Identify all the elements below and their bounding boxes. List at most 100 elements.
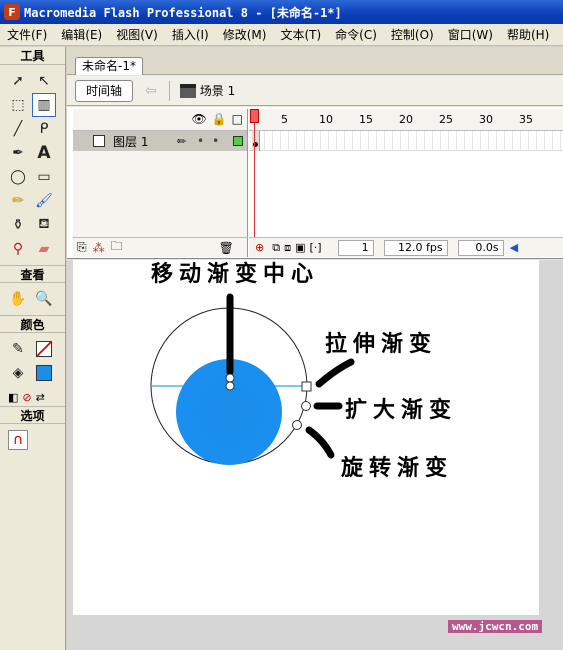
menu-view[interactable]: 视图(V) <box>109 26 165 43</box>
layer-panel: 👁 🔒 □ 图层 1 ✏ •• ⎘ ⁂ 🗀 🗑 <box>73 109 248 257</box>
pen-tool-icon[interactable]: ✒ <box>6 141 30 165</box>
layer-name[interactable]: 图层 1 <box>113 133 148 150</box>
eye-icon[interactable]: 👁 <box>191 112 206 126</box>
selection-tool-icon[interactable]: ➚ <box>6 69 30 93</box>
fill-color-icon[interactable]: ◈ <box>6 361 30 385</box>
menu-insert[interactable]: 插入(I) <box>165 26 216 43</box>
rectangle-tool-icon[interactable]: ▭ <box>32 165 56 189</box>
free-transform-tool-icon[interactable]: ⬚ <box>6 93 30 117</box>
layer-footer: ⎘ ⁂ 🗀 🗑 <box>73 237 248 257</box>
paint-bucket-tool-icon[interactable]: ⛾ <box>32 213 56 237</box>
separator <box>168 80 170 101</box>
layer-outline-color[interactable] <box>233 136 243 146</box>
gradient-transform-tool-icon[interactable]: ▥ <box>32 93 56 117</box>
menu-edit[interactable]: 编辑(E) <box>54 26 109 43</box>
colors-header: 颜色 <box>0 315 65 333</box>
title-bar: F Macromedia Flash Professional 8 - [未命名… <box>0 0 563 24</box>
frame-number: 15 <box>359 113 373 126</box>
rotate-handle[interactable] <box>292 420 302 430</box>
text-tool-icon[interactable]: A <box>32 141 56 165</box>
no-color-icon[interactable]: ⊘ <box>22 391 31 404</box>
menu-help[interactable]: 帮助(H) <box>500 26 556 43</box>
stretch-handle[interactable] <box>301 381 312 392</box>
rotate-gradient-label: 旋转渐变 <box>341 455 454 481</box>
onion-skin-icon[interactable]: ⧉ <box>272 241 280 255</box>
frame-area: 1 5 10 15 20 25 30 35 ⊕ ⧉ ⧈ ▣ [·] 1 1 <box>249 109 563 257</box>
subselection-tool-icon[interactable]: ↖ <box>32 69 56 93</box>
add-guide-layer-icon[interactable]: ⁂ <box>93 241 105 255</box>
current-frame-field: 1 <box>337 239 374 256</box>
scroll-left-icon[interactable]: ◀ <box>510 241 518 254</box>
tools-header: 工具 <box>0 47 65 65</box>
hand-tool-icon[interactable]: ✋ <box>6 287 30 311</box>
onion-markers-icon[interactable]: [·] <box>309 241 321 254</box>
document-tabs: 未命名-1* <box>67 47 563 75</box>
menu-commands[interactable]: 命令(C) <box>328 26 384 43</box>
flash-app-icon: F <box>4 4 20 20</box>
eyedropper-tool-icon[interactable]: ⚲ <box>6 237 30 261</box>
frame-number: 30 <box>479 113 493 126</box>
edit-multiple-icon[interactable]: ▣ <box>295 241 305 254</box>
frame-rate-field[interactable]: 12.0 fps <box>383 239 448 256</box>
layer-page-icon <box>93 135 105 147</box>
menu-modify[interactable]: 修改(M) <box>216 26 274 43</box>
edit-bar: 时间轴 ⇦ 场景 1 <box>67 76 563 106</box>
playhead-handle[interactable] <box>250 109 259 123</box>
frame-row[interactable] <box>249 131 563 151</box>
watermark-url: www.jcwcn.com <box>448 620 543 633</box>
layer-visibility-dots[interactable]: •• <box>197 134 227 148</box>
pencil-icon: ✏ <box>177 134 187 148</box>
stage-canvas[interactable]: 移动渐变中心 拉伸渐变 扩大渐变 旋转渐变 www.jcwcn.com <box>73 260 543 633</box>
stage-drawing <box>150 293 355 465</box>
pasteboard: 移动渐变中心 拉伸渐变 扩大渐变 旋转渐变 www.jcwcn.com <box>67 260 563 650</box>
snap-to-objects-icon[interactable]: ∩ <box>6 428 30 452</box>
frame-number: 5 <box>281 113 288 126</box>
frame-number: 25 <box>439 113 453 126</box>
insert-folder-icon[interactable]: 🗀 <box>111 237 123 258</box>
rotate-pointer <box>305 426 335 459</box>
scale-handle[interactable] <box>301 401 311 411</box>
brush-tool-icon[interactable]: 🖌 <box>32 189 56 213</box>
default-colors-icon[interactable]: ◧ <box>8 391 18 404</box>
swap-colors-icon[interactable]: ⇄ <box>36 391 45 404</box>
menu-control[interactable]: 控制(O) <box>384 26 441 43</box>
zoom-tool-icon[interactable]: 🔍 <box>32 287 56 311</box>
toolbox-panel: 工具 ➚ ↖ ⬚ ▥ ╱ ᑭ ✒ A ◯ ▭ ✏ 🖌 ⚱ ⛾ ⚲ ▰ 查看 ✋ … <box>0 47 66 650</box>
timeline-toggle-button[interactable]: 时间轴 <box>75 79 134 102</box>
center-frame-icon[interactable]: ⊕ <box>255 241 264 254</box>
layer-row[interactable]: 图层 1 ✏ •• <box>73 131 247 151</box>
ink-bottle-tool-icon[interactable]: ⚱ <box>6 213 30 237</box>
document-tab[interactable]: 未命名-1* <box>75 57 143 75</box>
menu-text[interactable]: 文本(T) <box>273 26 328 43</box>
gradient-center-handle[interactable] <box>225 373 235 383</box>
delete-layer-icon[interactable]: 🗑 <box>219 241 234 255</box>
timeline-panel: 👁 🔒 □ 图层 1 ✏ •• ⎘ ⁂ 🗀 🗑 1 <box>67 107 563 259</box>
elapsed-time-field: 0.0s <box>457 239 504 256</box>
insert-layer-icon[interactable]: ⎘ <box>77 240 87 255</box>
window-title: Macromedia Flash Professional 8 - [未命名-1… <box>24 5 342 20</box>
scene-label[interactable]: 场景 1 <box>200 82 235 99</box>
menu-window[interactable]: 窗口(W) <box>441 26 500 43</box>
frame-number: 35 <box>519 113 533 126</box>
move-gradient-center-label: 移动渐变中心 <box>151 261 320 287</box>
lasso-tool-icon[interactable]: ᑭ <box>32 117 56 141</box>
back-arrow-icon[interactable]: ⇦ <box>145 83 157 99</box>
menu-file[interactable]: 文件(F) <box>0 26 54 43</box>
line-tool-icon[interactable]: ╱ <box>6 117 30 141</box>
playhead[interactable] <box>254 109 255 257</box>
lock-icon[interactable]: 🔒 <box>212 112 227 126</box>
document-area: 未命名-1* 时间轴 ⇦ 场景 1 👁 🔒 □ 图层 1 ✏ •• ⎘ ⁂ 🗀 … <box>67 47 563 650</box>
eraser-tool-icon[interactable]: ▰ <box>32 237 56 261</box>
gradient-focal-handle[interactable] <box>225 381 235 391</box>
frame-ruler[interactable]: 1 5 10 15 20 25 30 35 <box>249 109 563 131</box>
scene-clapper-icon <box>179 83 196 98</box>
timeline-status-bar: ⊕ ⧉ ⧈ ▣ [·] 1 12.0 fps 0.0s ◀ <box>249 237 563 257</box>
layer-header: 👁 🔒 □ <box>73 109 247 131</box>
outline-icon[interactable]: □ <box>232 112 243 126</box>
oval-tool-icon[interactable]: ◯ <box>6 165 30 189</box>
fill-color-swatch[interactable] <box>32 361 56 385</box>
stroke-color-swatch[interactable] <box>32 337 56 361</box>
onion-outline-icon[interactable]: ⧈ <box>284 241 291 255</box>
stroke-color-icon[interactable]: ✎ <box>6 337 30 361</box>
pencil-tool-icon[interactable]: ✏ <box>6 189 30 213</box>
